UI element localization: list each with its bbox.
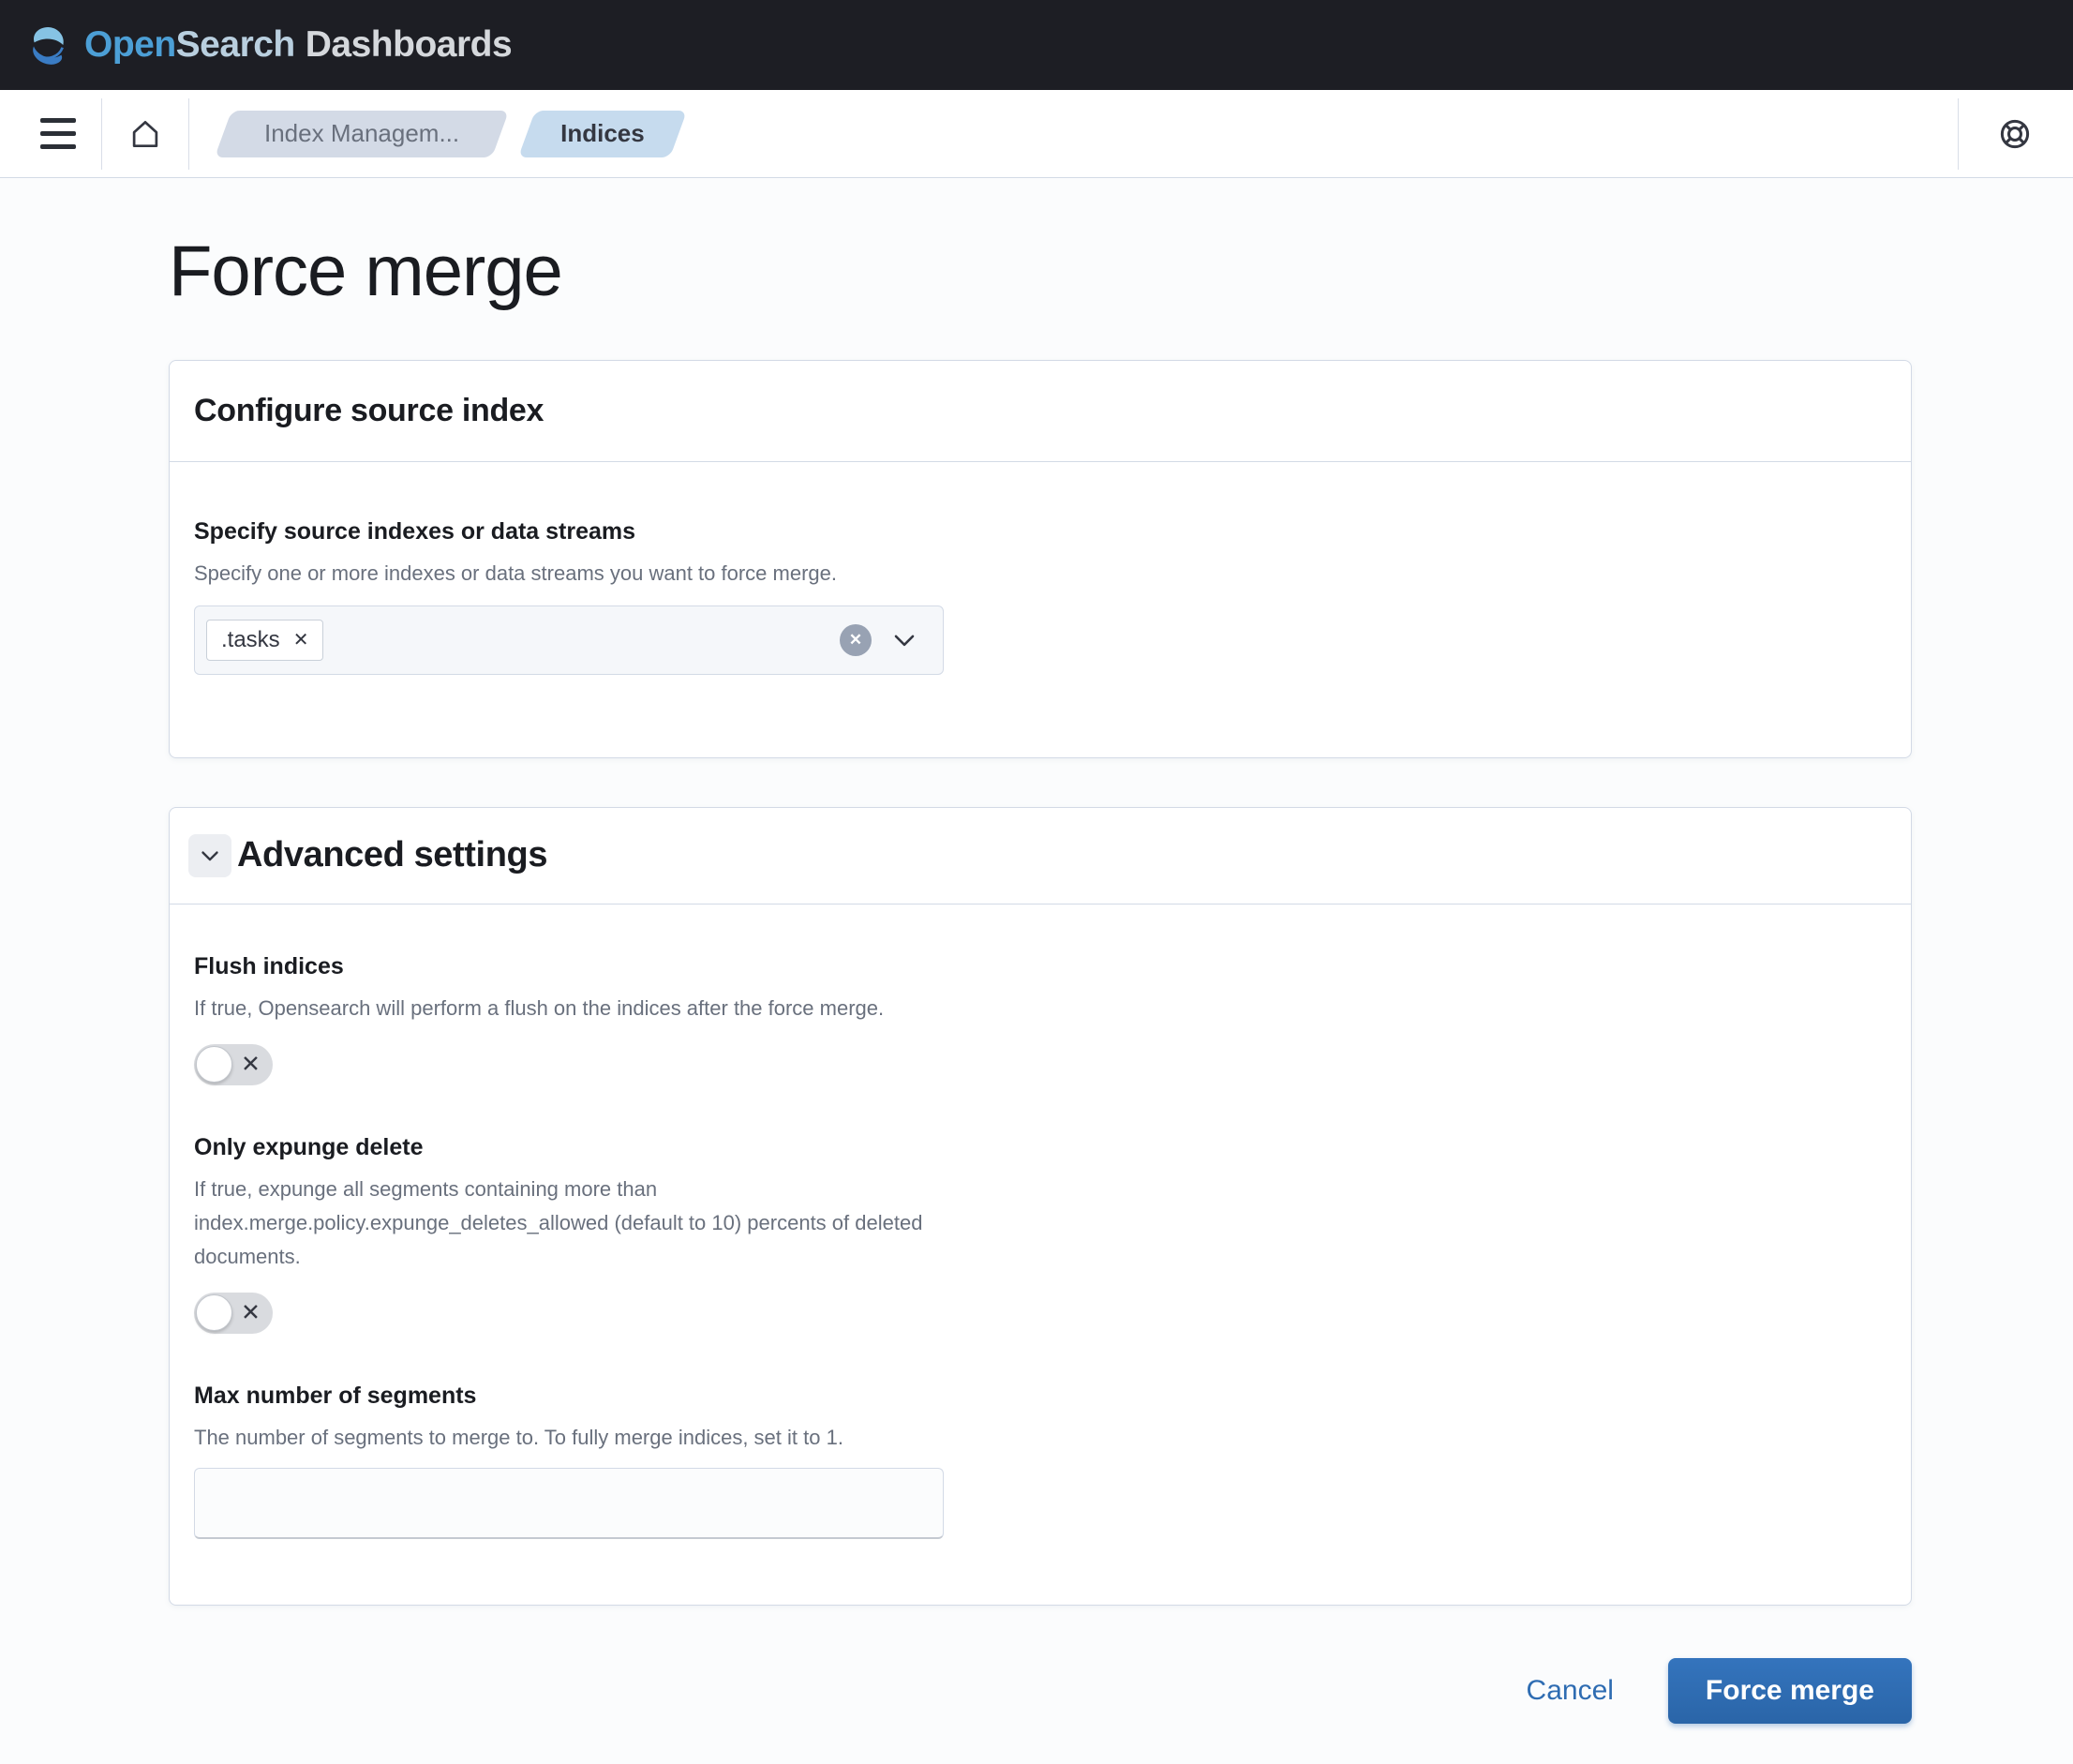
max-number-of-segments-field: Max number of segments The number of seg… [194, 1383, 1887, 1539]
toggle-off-x-icon: ✕ [241, 1053, 261, 1076]
form-actions: Cancel Force merge [169, 1658, 1912, 1724]
advanced-settings-panel: Advanced settings Flush indices If true,… [169, 807, 1912, 1606]
source-indexes-label: Specify source indexes or data streams [194, 518, 1887, 546]
configure-source-index-panel: Configure source index Specify source in… [169, 360, 1912, 758]
opensearch-brand: OpenSearch Dashboards [26, 22, 512, 67]
breadcrumb: Index Managem... Indices [223, 111, 679, 157]
flush-indices-field: Flush indices If true, Opensearch will p… [194, 953, 1887, 1085]
home-icon[interactable] [115, 104, 175, 164]
flush-indices-label: Flush indices [194, 953, 1887, 980]
nav-divider [101, 98, 102, 170]
only-expunge-delete-label: Only expunge delete [194, 1134, 1887, 1161]
selected-index-pill[interactable]: .tasks ✕ [206, 620, 323, 661]
source-panel-title: Configure source index [194, 393, 544, 428]
breadcrumb-index-management[interactable]: Index Managem... [223, 111, 500, 157]
clear-selection-icon[interactable]: ✕ [840, 624, 872, 656]
brand-title: OpenSearch Dashboards [84, 24, 512, 66]
opensearch-logo-icon [26, 22, 71, 67]
advanced-settings-body: Flush indices If true, Opensearch will p… [170, 904, 1911, 1605]
nav-divider [1958, 98, 1959, 170]
force-merge-page: Force merge Configure source index Speci… [0, 232, 2073, 1724]
flush-indices-toggle[interactable]: ✕ [194, 1044, 273, 1085]
flush-indices-help: If true, Opensearch will perform a flush… [194, 992, 976, 1025]
source-panel-body: Specify source indexes or data streams S… [170, 462, 1911, 757]
help-lifering-icon[interactable] [1985, 104, 2045, 164]
max-segments-input[interactable] [194, 1468, 944, 1539]
brand-search: Search [176, 24, 295, 66]
toggle-knob [196, 1294, 232, 1331]
accordion-chevron-down-icon[interactable] [188, 834, 231, 877]
max-segments-help: The number of segments to merge to. To f… [194, 1421, 976, 1455]
breadcrumb-indices[interactable]: Indices [527, 111, 679, 157]
brand-open: Open [84, 24, 176, 66]
brand-dashboards: Dashboards [306, 24, 512, 66]
source-panel-header: Configure source index [170, 361, 1911, 462]
remove-index-icon[interactable]: ✕ [293, 631, 309, 650]
nav-bar: Index Managem... Indices [0, 90, 2073, 178]
source-indexes-combobox[interactable]: .tasks ✕ ✕ [194, 605, 944, 675]
only-expunge-delete-field: Only expunge delete If true, expunge all… [194, 1134, 1887, 1334]
combobox-chevron-down-icon[interactable] [885, 625, 924, 655]
toggle-off-x-icon: ✕ [241, 1301, 261, 1324]
source-indexes-help: Specify one or more indexes or data stre… [194, 557, 976, 590]
force-merge-button[interactable]: Force merge [1668, 1658, 1912, 1724]
toggle-knob [196, 1046, 232, 1083]
page-title: Force merge [169, 232, 1912, 311]
nav-divider [188, 98, 189, 170]
cancel-button[interactable]: Cancel [1521, 1674, 1619, 1708]
app-header: OpenSearch Dashboards [0, 0, 2073, 90]
advanced-settings-title: Advanced settings [237, 835, 547, 875]
menu-hamburger-icon[interactable] [28, 104, 88, 164]
advanced-settings-header: Advanced settings [170, 808, 1911, 904]
max-segments-label: Max number of segments [194, 1383, 1887, 1410]
selected-index-label: .tasks [221, 627, 280, 653]
only-expunge-delete-toggle[interactable]: ✕ [194, 1293, 273, 1334]
only-expunge-delete-help: If true, expunge all segments containing… [194, 1173, 976, 1274]
